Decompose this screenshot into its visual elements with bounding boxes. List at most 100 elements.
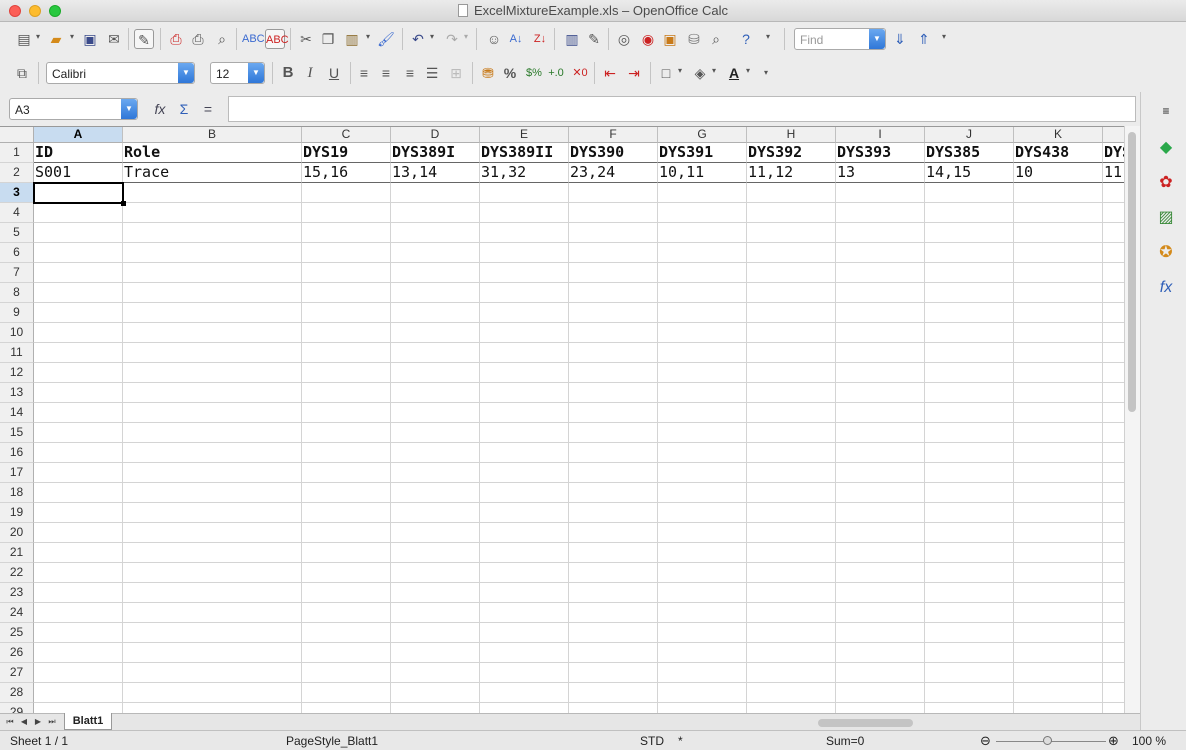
open-folder-icon[interactable]: ▰ [46, 29, 66, 49]
cell-i18[interactable] [836, 483, 925, 503]
zoom-level[interactable]: 100 % [1132, 734, 1166, 748]
cell-h15[interactable] [747, 423, 836, 443]
cell-i26[interactable] [836, 643, 925, 663]
cell-d11[interactable] [391, 343, 480, 363]
cell-f6[interactable] [569, 243, 658, 263]
number-format-icon[interactable]: $% [524, 63, 544, 83]
cell-g21[interactable] [658, 543, 747, 563]
row-header-23[interactable]: 23 [0, 583, 34, 603]
cell-f9[interactable] [569, 303, 658, 323]
cell-j7[interactable] [925, 263, 1014, 283]
cell-l26[interactable] [1103, 643, 1124, 663]
row-header-6[interactable]: 6 [0, 243, 34, 263]
cell-l7[interactable] [1103, 263, 1124, 283]
cell-g23[interactable] [658, 583, 747, 603]
cell-g1[interactable]: DYS391 [658, 143, 747, 163]
cell-e25[interactable] [480, 623, 569, 643]
styles-icon[interactable]: ✿ [1155, 172, 1177, 194]
cell-j3[interactable] [925, 183, 1014, 203]
cell-a19[interactable] [34, 503, 123, 523]
name-box-dropdown-icon[interactable]: ▼ [121, 99, 137, 119]
cell-i16[interactable] [836, 443, 925, 463]
cell-f28[interactable] [569, 683, 658, 703]
fill-handle[interactable] [121, 201, 126, 206]
cell-d27[interactable] [391, 663, 480, 683]
autospellcheck-icon[interactable]: ABC [265, 29, 289, 49]
cell-c12[interactable] [302, 363, 391, 383]
cell-i4[interactable] [836, 203, 925, 223]
cell-b28[interactable] [123, 683, 302, 703]
cell-d2[interactable]: 13,14 [391, 163, 480, 183]
column-header-l[interactable]: L [1103, 127, 1124, 143]
cell-d20[interactable] [391, 523, 480, 543]
cell-a14[interactable] [34, 403, 123, 423]
cell-i5[interactable] [836, 223, 925, 243]
copy-icon[interactable]: ❐ [318, 29, 338, 49]
cell-f2[interactable]: 23,24 [569, 163, 658, 183]
cell-b10[interactable] [123, 323, 302, 343]
column-header-c[interactable]: C [302, 127, 391, 143]
cell-l29[interactable] [1103, 703, 1124, 713]
cell-d5[interactable] [391, 223, 480, 243]
cell-j18[interactable] [925, 483, 1014, 503]
vertical-scrollbar[interactable] [1124, 126, 1140, 713]
row-header-19[interactable]: 19 [0, 503, 34, 523]
cell-j13[interactable] [925, 383, 1014, 403]
cell-g3[interactable] [658, 183, 747, 203]
cell-k14[interactable] [1014, 403, 1103, 423]
cell-f18[interactable] [569, 483, 658, 503]
cell-k6[interactable] [1014, 243, 1103, 263]
cell-k3[interactable] [1014, 183, 1103, 203]
cell-j9[interactable] [925, 303, 1014, 323]
cell-e12[interactable] [480, 363, 569, 383]
cell-f4[interactable] [569, 203, 658, 223]
save-icon[interactable]: ▣ [80, 29, 100, 49]
cell-g9[interactable] [658, 303, 747, 323]
cell-c8[interactable] [302, 283, 391, 303]
redo-dropdown-icon[interactable]: ▾ [464, 32, 468, 41]
cell-f11[interactable] [569, 343, 658, 363]
cell-e20[interactable] [480, 523, 569, 543]
cell-a25[interactable] [34, 623, 123, 643]
cell-j6[interactable] [925, 243, 1014, 263]
open-dropdown-icon[interactable]: ▾ [70, 32, 74, 41]
row-header-28[interactable]: 28 [0, 683, 34, 703]
name-box[interactable]: A3 ▼ [9, 98, 138, 120]
cell-j23[interactable] [925, 583, 1014, 603]
cell-f20[interactable] [569, 523, 658, 543]
cell-f10[interactable] [569, 323, 658, 343]
cell-b2[interactable]: Trace [123, 163, 302, 183]
cell-g6[interactable] [658, 243, 747, 263]
cell-e23[interactable] [480, 583, 569, 603]
cell-g25[interactable] [658, 623, 747, 643]
cell-e27[interactable] [480, 663, 569, 683]
cell-e3[interactable] [480, 183, 569, 203]
cell-j2[interactable]: 14,15 [925, 163, 1014, 183]
cell-b3[interactable] [123, 183, 302, 203]
align-left-icon[interactable]: ≡ [354, 63, 374, 83]
cell-e11[interactable] [480, 343, 569, 363]
cell-c13[interactable] [302, 383, 391, 403]
cell-e4[interactable] [480, 203, 569, 223]
row-header-13[interactable]: 13 [0, 383, 34, 403]
cell-i24[interactable] [836, 603, 925, 623]
cell-c15[interactable] [302, 423, 391, 443]
cell-k10[interactable] [1014, 323, 1103, 343]
cell-i25[interactable] [836, 623, 925, 643]
cell-e7[interactable] [480, 263, 569, 283]
cell-k4[interactable] [1014, 203, 1103, 223]
column-header-h[interactable]: H [747, 127, 836, 143]
cell-g17[interactable] [658, 463, 747, 483]
cell-i19[interactable] [836, 503, 925, 523]
font-name-select[interactable]: Calibri ▼ [46, 62, 195, 84]
borders-dropdown-icon[interactable]: ▾ [678, 66, 682, 75]
cell-l11[interactable] [1103, 343, 1124, 363]
cell-h5[interactable] [747, 223, 836, 243]
row-header-18[interactable]: 18 [0, 483, 34, 503]
functions-icon[interactable]: fx [1155, 277, 1177, 299]
cell-c5[interactable] [302, 223, 391, 243]
cell-j21[interactable] [925, 543, 1014, 563]
cell-a2[interactable]: S001 [34, 163, 123, 183]
paste-dropdown-icon[interactable]: ▾ [366, 32, 370, 41]
row-header-8[interactable]: 8 [0, 283, 34, 303]
